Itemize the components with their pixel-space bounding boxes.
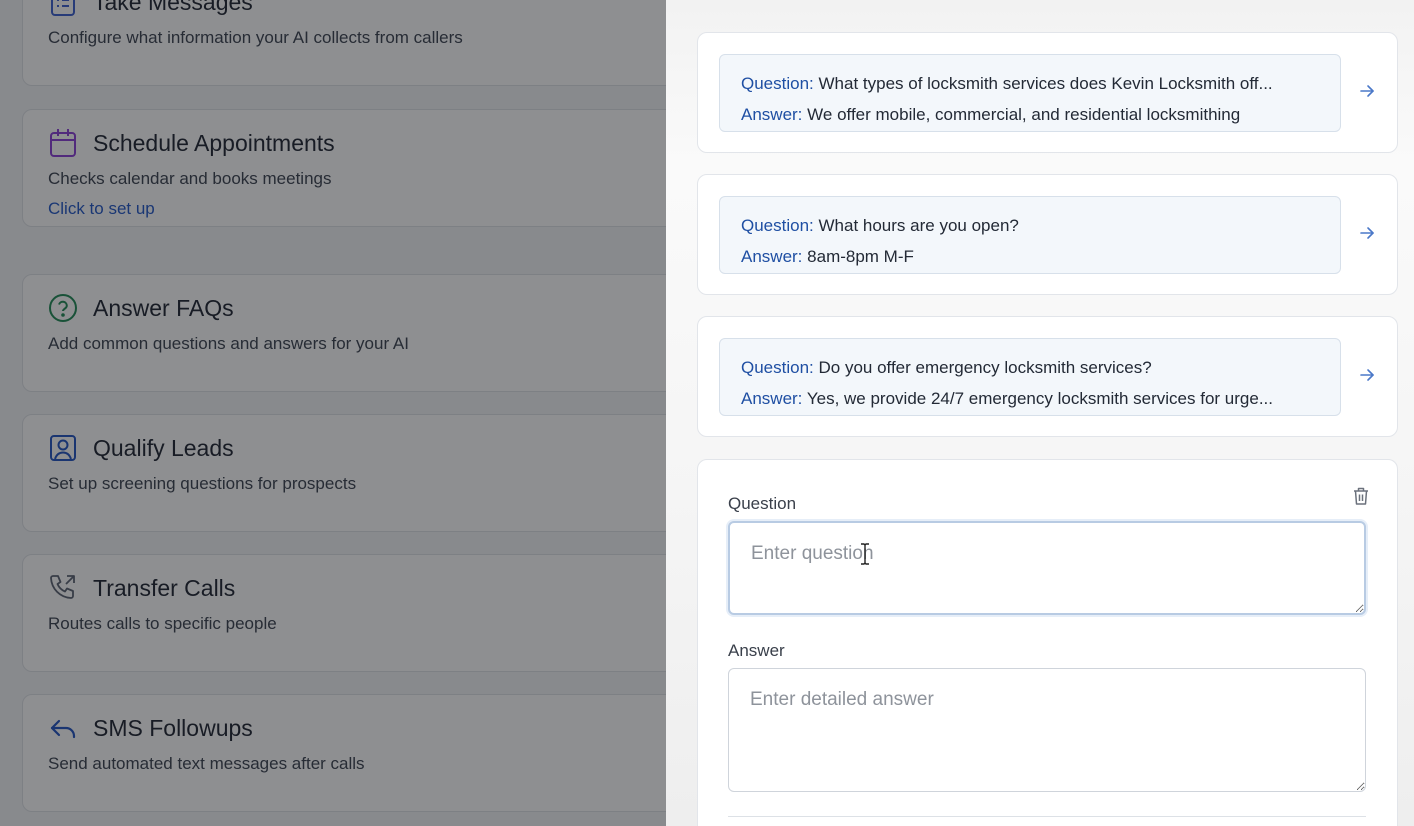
faq-question-line: Question: What hours are you open? <box>741 210 1320 241</box>
help-circle-icon <box>48 293 78 323</box>
calendar-icon <box>48 128 78 158</box>
faq-content[interactable]: Question: What types of locksmith servic… <box>719 54 1341 132</box>
faq-drawer: Question: What types of locksmith servic… <box>666 0 1414 826</box>
feature-description: Add common questions and answers for you… <box>48 334 409 353</box>
feature-description: Configure what information your AI colle… <box>48 28 463 47</box>
feature-header: Schedule Appointments <box>48 128 335 158</box>
feature-description: Set up screening questions for prospects <box>48 474 357 493</box>
feature-title: Transfer Calls <box>93 574 236 601</box>
new-faq-form: Question Answer <box>697 459 1398 826</box>
faq-answer-line: Answer: Yes, we provide 24/7 emergency l… <box>741 383 1320 414</box>
feature-header: SMS Followups <box>48 713 253 743</box>
arrow-right-icon[interactable] <box>1358 366 1376 384</box>
answer-input[interactable] <box>728 668 1366 792</box>
arrow-right-icon[interactable] <box>1358 82 1376 100</box>
answer-label: Answer <box>728 641 785 660</box>
faq-question-line: Question: Do you offer emergency locksmi… <box>741 352 1320 383</box>
question-label: Question <box>728 494 797 513</box>
question-prefix: Question: <box>741 358 814 377</box>
setup-link[interactable]: Click to set up <box>48 199 155 219</box>
feature-description: Checks calendar and books meetings <box>48 169 332 188</box>
feature-header: Take Messages <box>48 0 253 17</box>
phone-forward-icon <box>48 573 78 603</box>
feature-card-answer-faqs[interactable]: Answer FAQs Add common questions and ans… <box>22 274 666 392</box>
feature-title: Qualify Leads <box>93 434 234 461</box>
faq-item[interactable]: Question: Do you offer emergency locksmi… <box>697 316 1398 437</box>
faq-answer: We offer mobile, commercial, and residen… <box>807 105 1241 124</box>
feature-card-sms-followups[interactable]: SMS Followups Send automated text messag… <box>22 694 666 812</box>
feature-header: Answer FAQs <box>48 293 234 323</box>
question-prefix: Question: <box>741 216 814 235</box>
form-divider <box>728 816 1366 817</box>
feature-list-panel: Take Messages Configure what information… <box>0 0 666 826</box>
faq-question: What types of locksmith services does Ke… <box>818 74 1273 93</box>
faq-answer: 8am-8pm M-F <box>807 247 914 266</box>
faq-question-line: Question: What types of locksmith servic… <box>741 68 1320 99</box>
feature-card-schedule-appointments[interactable]: Schedule Appointments Checks calendar an… <box>22 109 666 227</box>
faq-item[interactable]: Question: What types of locksmith servic… <box>697 32 1398 153</box>
feature-title: Answer FAQs <box>93 294 234 321</box>
user-square-icon <box>48 433 78 463</box>
feature-card-qualify-leads[interactable]: Qualify Leads Set up screening questions… <box>22 414 666 532</box>
trash-icon[interactable] <box>1351 485 1371 507</box>
answer-prefix: Answer: <box>741 389 803 408</box>
feature-card-transfer-calls[interactable]: Transfer Calls Routes calls to specific … <box>22 554 666 672</box>
clipboard-list-icon <box>48 0 78 17</box>
faq-answer-line: Answer: We offer mobile, commercial, and… <box>741 99 1320 130</box>
question-input[interactable] <box>728 521 1366 615</box>
feature-header: Qualify Leads <box>48 433 234 463</box>
feature-title: SMS Followups <box>93 714 253 741</box>
faq-question: What hours are you open? <box>818 216 1019 235</box>
feature-title: Schedule Appointments <box>93 129 335 156</box>
reply-arrow-icon <box>48 713 78 743</box>
faq-item[interactable]: Question: What hours are you open? Answe… <box>697 174 1398 295</box>
answer-prefix: Answer: <box>741 105 803 124</box>
answer-prefix: Answer: <box>741 247 803 266</box>
question-prefix: Question: <box>741 74 814 93</box>
arrow-right-icon[interactable] <box>1358 224 1376 242</box>
faq-answer-line: Answer: 8am-8pm M-F <box>741 241 1320 272</box>
faq-answer: Yes, we provide 24/7 emergency locksmith… <box>806 389 1273 408</box>
feature-title: Take Messages <box>93 0 253 15</box>
feature-card-take-messages[interactable]: Take Messages Configure what information… <box>22 0 666 86</box>
feature-description: Send automated text messages after calls <box>48 754 365 773</box>
feature-description: Routes calls to specific people <box>48 614 277 633</box>
faq-content[interactable]: Question: Do you offer emergency locksmi… <box>719 338 1341 416</box>
faq-content[interactable]: Question: What hours are you open? Answe… <box>719 196 1341 274</box>
feature-header: Transfer Calls <box>48 573 235 603</box>
faq-question: Do you offer emergency locksmith service… <box>818 358 1152 377</box>
